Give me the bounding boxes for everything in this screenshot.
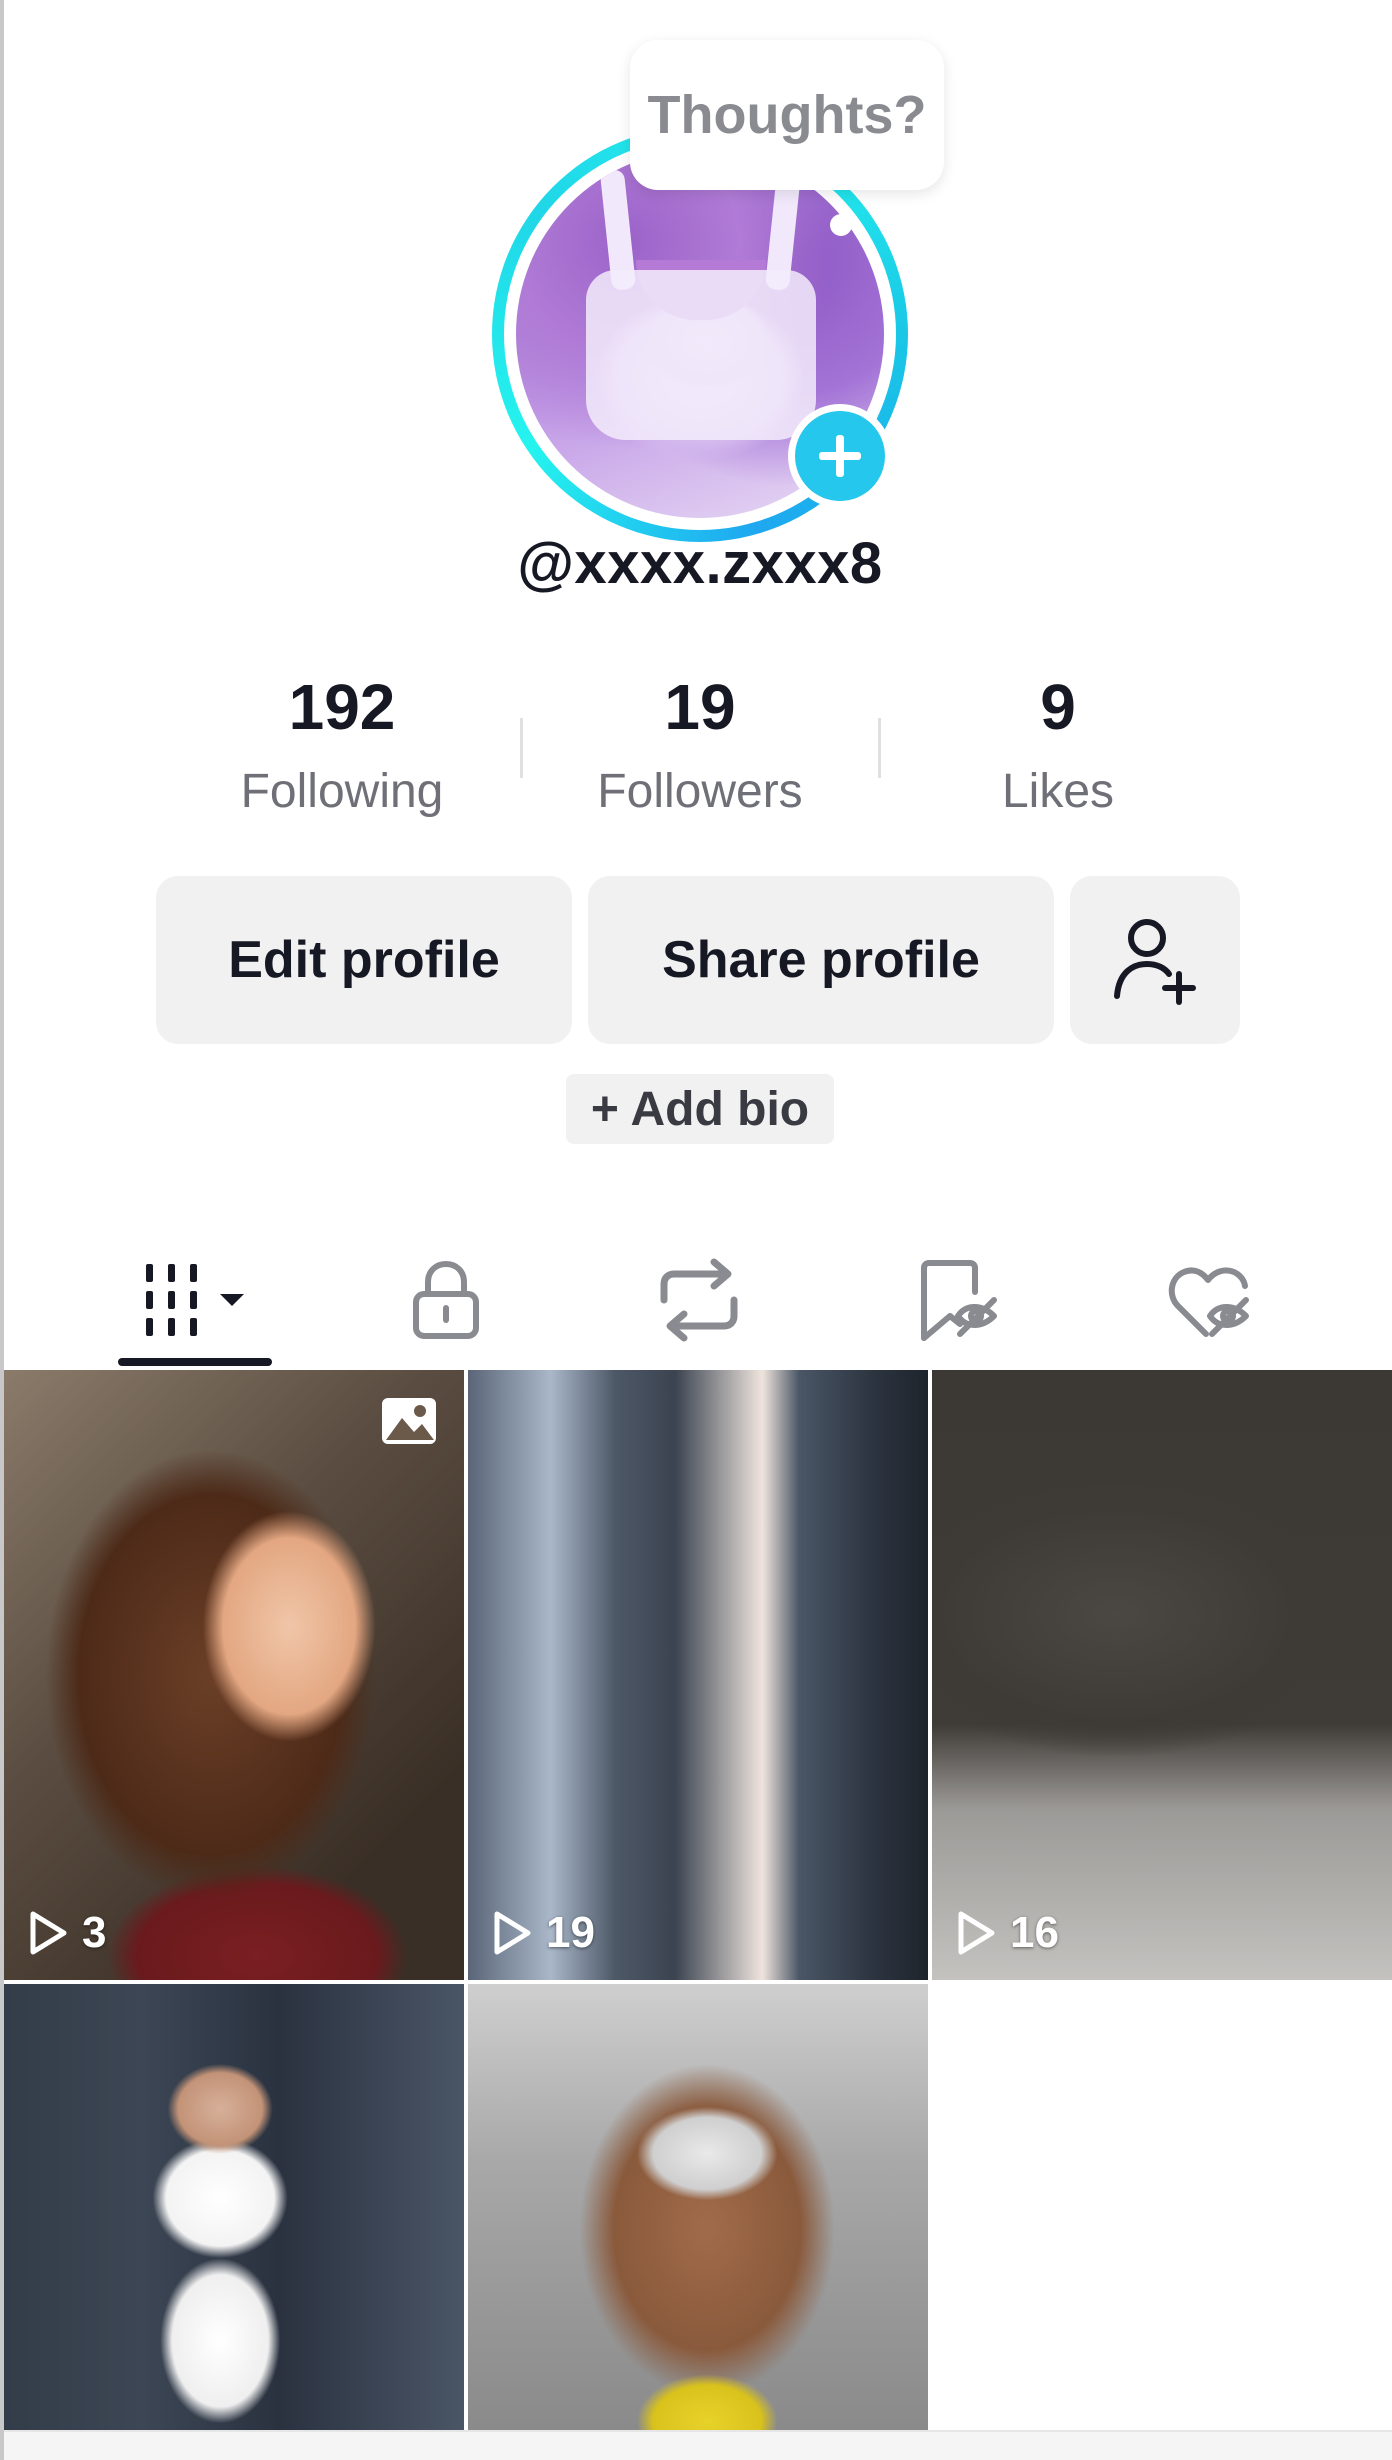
view-count: 16	[956, 1908, 1059, 1958]
add-user-icon	[1114, 919, 1196, 1005]
thoughts-bubble[interactable]: Thoughts?	[630, 40, 944, 190]
thoughts-text: Thoughts?	[647, 85, 927, 145]
stat-followers[interactable]: 19 Followers	[522, 670, 878, 819]
video-thumbnail[interactable]	[4, 1984, 464, 2430]
view-count-value: 3	[82, 1908, 107, 1957]
photo-post-icon	[380, 1396, 438, 1451]
add-bio-button[interactable]: + Add bio	[566, 1074, 834, 1144]
bottom-navigation-edge	[4, 2430, 1392, 2460]
add-friends-button[interactable]	[1070, 876, 1240, 1044]
view-count: 3	[28, 1908, 106, 1958]
thoughts-dot	[830, 214, 852, 236]
view-count: 19	[492, 1908, 595, 1958]
play-icon	[958, 1911, 995, 1955]
play-icon	[494, 1911, 531, 1955]
repost-icon	[660, 1258, 738, 1342]
tab-videos[interactable]	[118, 1240, 272, 1360]
video-thumbnail[interactable]: 16	[932, 1370, 1392, 1980]
video-thumbnail[interactable]: 3	[4, 1370, 464, 1980]
grid-videos-icon	[146, 1264, 244, 1336]
stat-value: 9	[1040, 671, 1076, 743]
stat-value: 192	[288, 671, 396, 743]
lock-icon	[413, 1261, 479, 1339]
stat-value: 19	[664, 671, 736, 743]
stat-likes[interactable]: 9 Likes	[880, 670, 1236, 819]
profile-stats: 192 Following 19 Followers 9 Likes	[164, 670, 1236, 830]
profile-page: Thoughts? @xxxx.zxxx8 192 Following 19 F…	[0, 0, 1392, 2460]
tab-liked[interactable]	[1146, 1240, 1276, 1360]
tab-private[interactable]	[384, 1240, 508, 1360]
username: @xxxx.zxxx8	[517, 531, 883, 596]
plus-icon	[819, 435, 861, 477]
stat-label: Following	[240, 765, 444, 818]
play-icon	[30, 1911, 67, 1955]
video-thumbnail[interactable]	[468, 1984, 928, 2430]
active-tab-indicator	[118, 1358, 272, 1366]
edit-profile-button[interactable]: Edit profile	[156, 876, 572, 1044]
tab-favorites[interactable]	[892, 1240, 1022, 1360]
share-profile-button[interactable]: Share profile	[588, 876, 1054, 1044]
stat-label: Followers	[597, 765, 803, 818]
view-count-value: 16	[1010, 1908, 1059, 1957]
favorites-hidden-icon	[921, 1260, 997, 1341]
view-count-value: 19	[546, 1908, 595, 1957]
tab-reposts[interactable]	[634, 1240, 764, 1360]
stat-following[interactable]: 192 Following	[164, 670, 520, 819]
video-thumbnail[interactable]: 19	[468, 1370, 928, 1980]
add-story-button[interactable]	[788, 404, 892, 508]
stat-label: Likes	[1001, 765, 1115, 818]
liked-hidden-icon	[1168, 1267, 1249, 1337]
